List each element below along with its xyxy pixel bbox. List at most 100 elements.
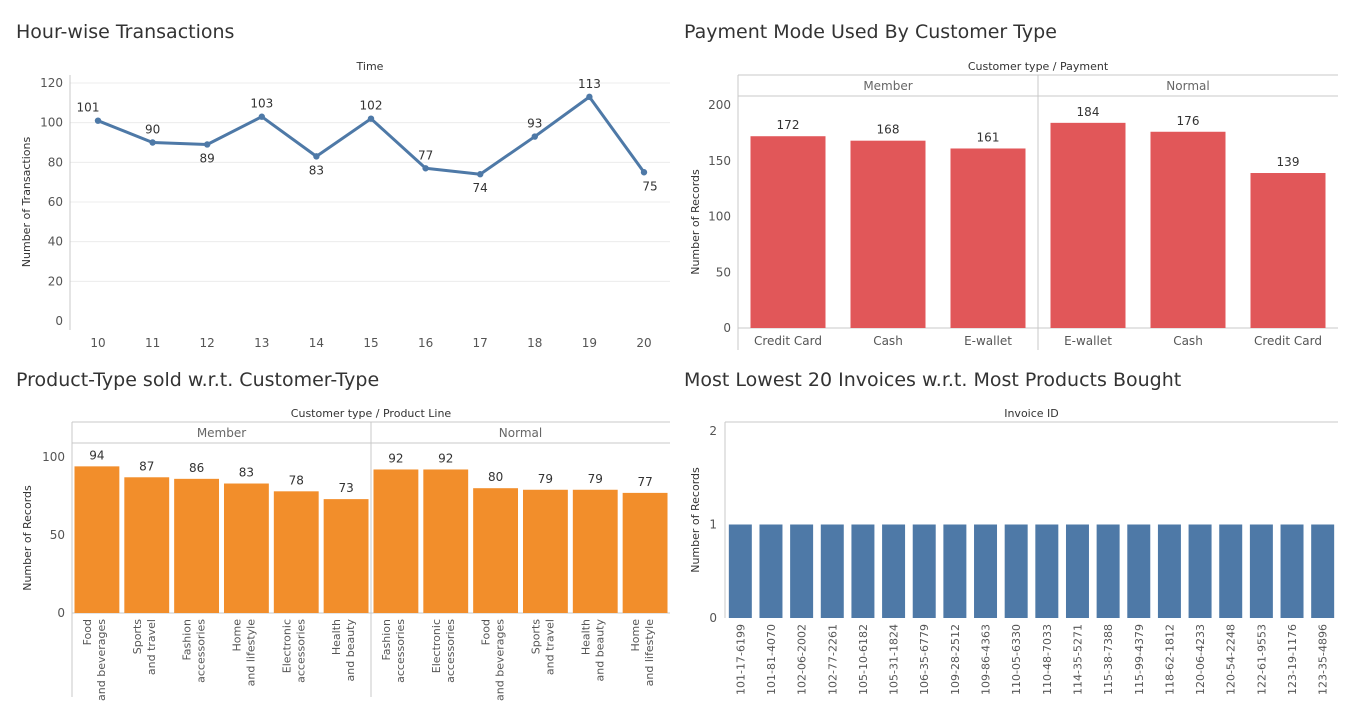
invoice-bar: [790, 524, 814, 618]
hour-data-point: [640, 169, 648, 176]
invoice-xtick-label: 110-05-6330: [1010, 624, 1023, 695]
hour-data-label: 89: [200, 151, 215, 165]
payment-xtick-label: Credit Card: [1254, 334, 1322, 348]
invoice-xtick-label: 120-06-4233: [1194, 624, 1207, 695]
hour-ytick-label: 120: [40, 76, 63, 90]
product-ytick-label: 100: [42, 450, 65, 464]
hour-xtick-label: 11: [145, 336, 160, 350]
product-data-label: 77: [637, 475, 652, 489]
payment-xtick-label: Cash: [1173, 334, 1203, 348]
invoice-bar: [1280, 524, 1304, 618]
hour-xtick-label: 19: [582, 336, 597, 350]
product-xtick-label: Health: [330, 619, 343, 655]
invoice-bar: [943, 524, 967, 618]
invoice-bar: [1219, 524, 1243, 618]
product-bar: [174, 478, 220, 613]
hour-header-label: Time: [356, 60, 384, 73]
hour-xtick-label: 15: [363, 336, 378, 350]
invoice-bar: [1065, 524, 1089, 618]
hour-data-point: [477, 171, 484, 178]
product-xtick-label: Sports: [529, 619, 542, 655]
invoice-xtick-label: 123-35-4896: [1317, 624, 1330, 695]
payment-data-label: 184: [1077, 105, 1100, 119]
product-xtick-label: Fashion: [181, 619, 194, 661]
hour-data-label: 103: [250, 97, 273, 111]
payment-y-axis-title: Number of Records: [689, 169, 702, 275]
hour-data-point: [258, 113, 265, 120]
product-data-label: 87: [139, 459, 154, 473]
invoice-ytick-label: 0: [709, 611, 717, 625]
hour-data-point: [149, 139, 156, 146]
invoice-ytick-label: 2: [709, 424, 717, 438]
product-data-label: 80: [488, 470, 503, 484]
payment-ytick-label: 200: [708, 98, 731, 112]
hour-xtick-label: 12: [200, 336, 215, 350]
invoice-xtick-label: 105-31-1824: [888, 624, 901, 695]
invoice-bar: [851, 524, 875, 618]
product-bar: [622, 492, 668, 613]
product-ytick-label: 50: [50, 528, 65, 542]
product-bar: [373, 469, 419, 613]
payment-bar: [1150, 131, 1226, 328]
hour-xtick-label: 18: [527, 336, 542, 350]
invoice-xtick-label: 120-54-2248: [1225, 624, 1238, 695]
invoice-bar: [1311, 524, 1335, 618]
invoice-bar: [1157, 524, 1181, 618]
invoice-xtick-label: 122-61-9553: [1255, 624, 1268, 695]
payment-bar: [850, 140, 926, 328]
invoice-bar: [1249, 524, 1273, 618]
hour-data-point: [531, 133, 538, 140]
hour-data-label: 101: [77, 101, 100, 115]
payment-bar: [1050, 122, 1126, 328]
product-bar: [74, 466, 120, 613]
product-data-label: 79: [538, 472, 553, 486]
hour-data-point: [586, 93, 593, 101]
product-data-label: 83: [239, 466, 254, 480]
invoice-bar: [882, 524, 906, 618]
hour-xtick-label: 20: [636, 336, 651, 350]
product-bar: [423, 469, 469, 613]
invoice-bar: [1004, 524, 1028, 618]
invoice-xtick-label: 118-62-1812: [1163, 624, 1176, 695]
payment-bar: [750, 136, 826, 328]
invoice-bar: [1096, 524, 1120, 618]
invoice-bar: [1127, 524, 1151, 618]
invoice-bar: [820, 524, 844, 618]
product-xtick-label: Health: [579, 619, 592, 655]
invoice-header-label: Invoice ID: [1004, 407, 1059, 420]
hour-data-point: [367, 115, 375, 122]
product-xtick-label: and beauty: [593, 619, 606, 682]
hour-data-point: [313, 153, 320, 160]
invoice-xtick-label: 123-19-1176: [1286, 624, 1299, 695]
payment-data-label: 139: [1277, 155, 1300, 169]
product-xtick-label: Electronic: [280, 619, 293, 673]
invoice-bar: [974, 524, 998, 618]
invoice-xtick-label: 101-17-6199: [734, 624, 747, 695]
product-xtick-label: accessories: [444, 619, 457, 683]
product-xtick-label: and beverages: [95, 619, 108, 701]
product-group-label: Member: [197, 426, 246, 440]
invoice-xtick-label: 109-28-2512: [949, 624, 962, 695]
hour-xtick-label: 14: [309, 336, 324, 350]
invoice-xtick-label: 115-38-7388: [1102, 624, 1115, 695]
payment-data-label: 168: [877, 123, 900, 137]
hour-data-label: 83: [309, 163, 324, 177]
product-xtick-label: and lifestyle: [244, 619, 257, 687]
product-xtick-label: accessories: [394, 619, 407, 683]
hour-y-axis-title: Number of Transactions: [20, 137, 33, 268]
hour-data-label: 77: [418, 148, 433, 162]
hour-xtick-label: 16: [418, 336, 433, 350]
invoice-y-axis-title: Number of Records: [689, 467, 702, 573]
invoice-xtick-label: 101-81-4070: [765, 624, 778, 695]
invoice-xtick-label: 109-86-4363: [980, 624, 993, 695]
hour-data-point: [422, 165, 429, 172]
hour-ytick-label: 60: [48, 195, 63, 209]
invoice-bar: [1188, 524, 1212, 618]
product-xtick-label: and beauty: [344, 619, 357, 682]
product-group-label: Normal: [499, 426, 542, 440]
product-bar: [473, 488, 519, 613]
payment-xtick-label: Cash: [873, 334, 903, 348]
invoice-bar: [759, 524, 783, 618]
hour-data-point: [204, 141, 211, 148]
hour-data-label: 75: [642, 179, 657, 193]
